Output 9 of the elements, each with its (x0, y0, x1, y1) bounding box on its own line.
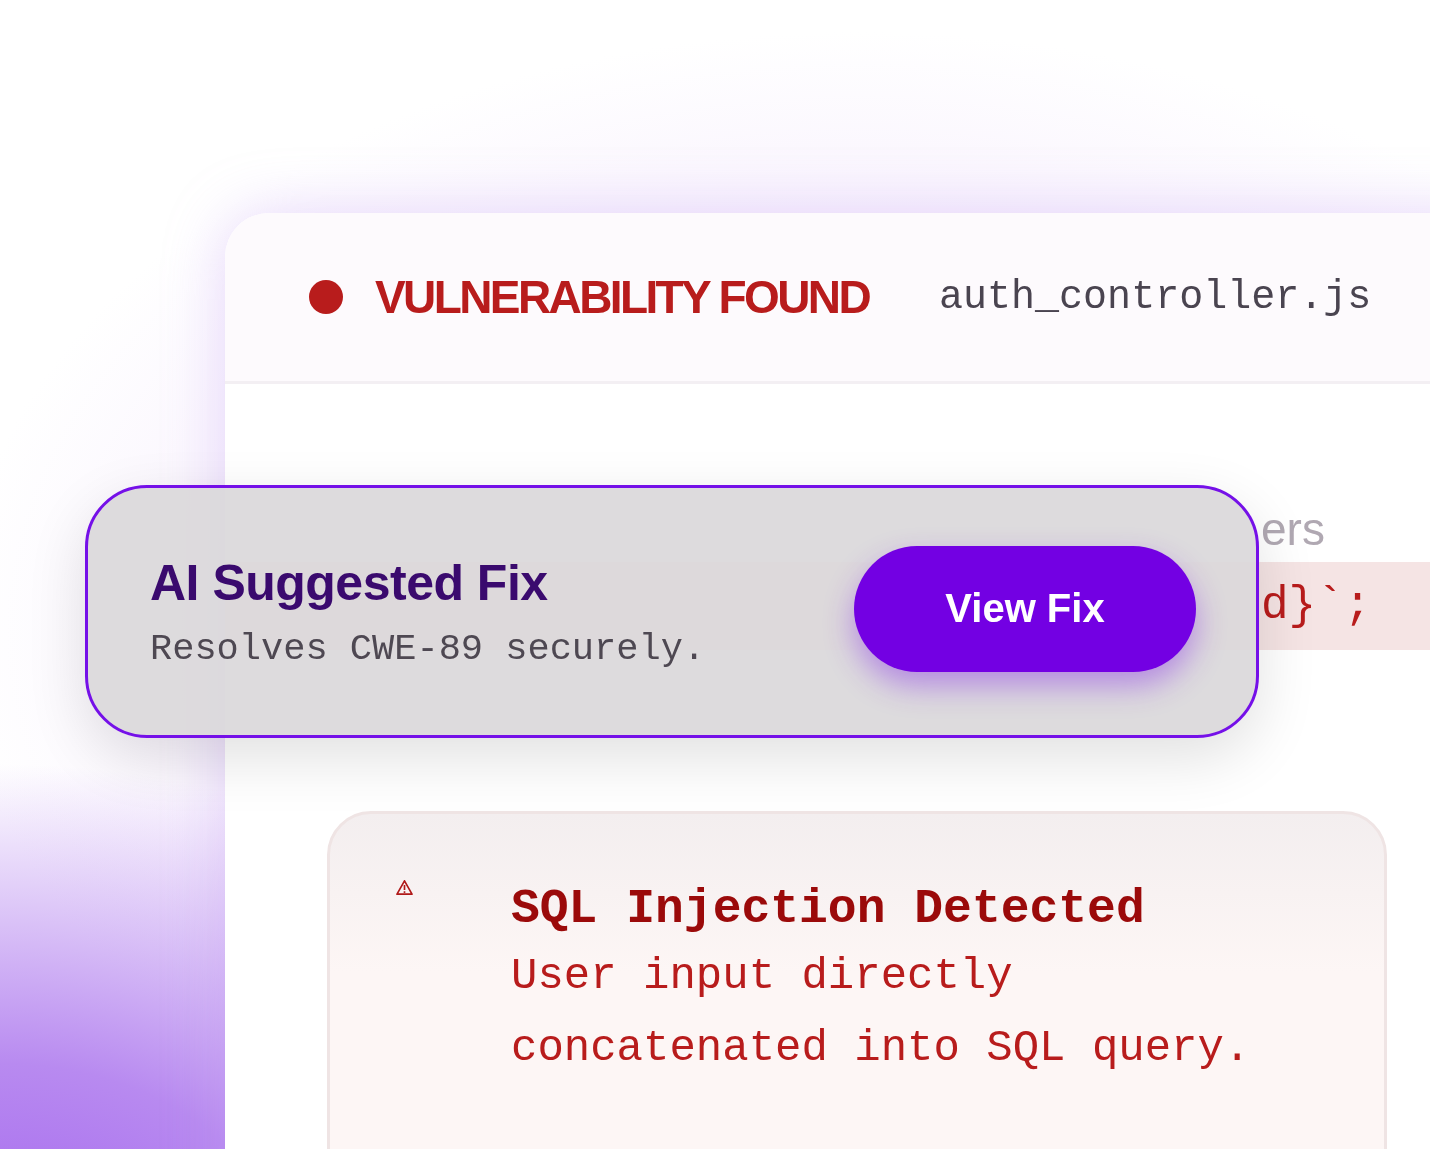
warning-icon (396, 880, 413, 895)
file-name: auth_controller.js (939, 274, 1372, 320)
status-label: VULNERABILITY FOUND (375, 270, 870, 324)
code-line: ers (1260, 502, 1326, 557)
view-fix-button[interactable]: View Fix (854, 545, 1196, 672)
alert-title: SQL Injection Detected (511, 881, 1146, 938)
alert-text: concatenated into SQL query. (511, 1022, 1251, 1075)
alert-text: User input directly (511, 950, 1014, 1003)
status-dot (309, 280, 343, 314)
